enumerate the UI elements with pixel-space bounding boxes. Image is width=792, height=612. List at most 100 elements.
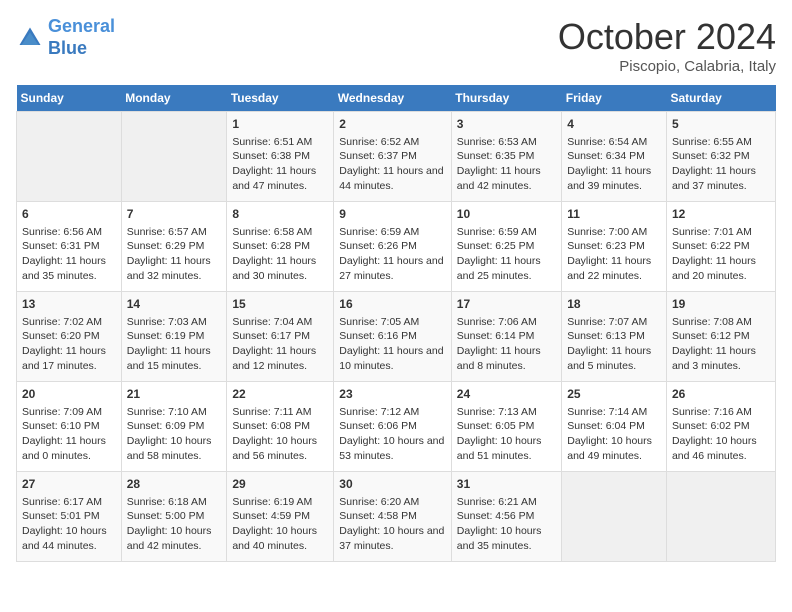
- day-number: 21: [127, 386, 222, 403]
- day-number: 1: [232, 116, 328, 133]
- calendar-cell: 10Sunrise: 6:59 AMSunset: 6:25 PMDayligh…: [451, 202, 561, 292]
- day-number: 8: [232, 206, 328, 223]
- day-content: Sunrise: 6:19 AMSunset: 4:59 PMDaylight:…: [232, 495, 328, 554]
- day-content: Sunrise: 6:52 AMSunset: 6:37 PMDaylight:…: [339, 135, 446, 194]
- day-number: 24: [457, 386, 556, 403]
- day-content: Sunrise: 6:59 AMSunset: 6:26 PMDaylight:…: [339, 225, 446, 284]
- calendar-cell: 2 Sunrise: 6:52 AMSunset: 6:37 PMDaylight…: [334, 112, 452, 202]
- day-content: Sunrise: 7:13 AMSunset: 6:05 PMDaylight:…: [457, 405, 556, 464]
- calendar-cell: 22 Sunrise: 7:11 AMSunset: 6:08 PMDayligh…: [227, 382, 334, 472]
- calendar-cell: [562, 472, 667, 562]
- day-number: 22: [232, 386, 328, 403]
- calendar-cell: 7Sunrise: 6:57 AMSunset: 6:29 PMDaylight…: [121, 202, 227, 292]
- day-content: Sunrise: 6:55 AMSunset: 6:32 PMDaylight:…: [672, 135, 770, 194]
- day-number: 3: [457, 116, 556, 133]
- day-number: 23: [339, 386, 446, 403]
- day-number: 16: [339, 296, 446, 313]
- calendar-cell: 14Sunrise: 7:03 AMSunset: 6:19 PMDayligh…: [121, 292, 227, 382]
- day-content: Sunrise: 7:09 AMSunset: 6:10 PMDaylight:…: [22, 405, 116, 464]
- page-header: General Blue October 2024 Piscopio, Cala…: [16, 16, 776, 75]
- calendar-cell: 4 Sunrise: 6:54 AMSunset: 6:34 PMDaylight…: [562, 112, 667, 202]
- location: Piscopio, Calabria, Italy: [558, 58, 776, 75]
- day-content: Sunrise: 7:08 AMSunset: 6:12 PMDaylight:…: [672, 315, 770, 374]
- day-content: Sunrise: 6:53 AMSunset: 6:35 PMDaylight:…: [457, 135, 556, 194]
- calendar-cell: 5 Sunrise: 6:55 AMSunset: 6:32 PMDaylight…: [666, 112, 775, 202]
- day-number: 30: [339, 476, 446, 493]
- day-number: 29: [232, 476, 328, 493]
- calendar-cell: [17, 112, 122, 202]
- day-content: Sunrise: 6:18 AMSunset: 5:00 PMDaylight:…: [127, 495, 222, 554]
- day-content: Sunrise: 7:04 AMSunset: 6:17 PMDaylight:…: [232, 315, 328, 374]
- weekday-header: Tuesday: [227, 85, 334, 112]
- weekday-header: Sunday: [17, 85, 122, 112]
- calendar-cell: 9Sunrise: 6:59 AMSunset: 6:26 PMDaylight…: [334, 202, 452, 292]
- day-number: 2: [339, 116, 446, 133]
- calendar-week-row: 6Sunrise: 6:56 AMSunset: 6:31 PMDaylight…: [17, 202, 776, 292]
- calendar-cell: 8 Sunrise: 6:58 AMSunset: 6:28 PMDaylight…: [227, 202, 334, 292]
- day-content: Sunrise: 7:14 AMSunset: 6:04 PMDaylight:…: [567, 405, 661, 464]
- weekday-header: Monday: [121, 85, 227, 112]
- day-content: Sunrise: 7:01 AMSunset: 6:22 PMDaylight:…: [672, 225, 770, 284]
- day-content: Sunrise: 7:07 AMSunset: 6:13 PMDaylight:…: [567, 315, 661, 374]
- calendar-cell: 29 Sunrise: 6:19 AMSunset: 4:59 PMDayligh…: [227, 472, 334, 562]
- day-content: Sunrise: 6:20 AMSunset: 4:58 PMDaylight:…: [339, 495, 446, 554]
- calendar-cell: 16 Sunrise: 7:05 AMSunset: 6:16 PMDayligh…: [334, 292, 452, 382]
- calendar-cell: 20 Sunrise: 7:09 AMSunset: 6:10 PMDayligh…: [17, 382, 122, 472]
- day-content: Sunrise: 6:58 AMSunset: 6:28 PMDaylight:…: [232, 225, 328, 284]
- day-number: 26: [672, 386, 770, 403]
- day-number: 27: [22, 476, 116, 493]
- month-title: October 2024: [558, 16, 776, 58]
- day-number: 31: [457, 476, 556, 493]
- calendar-cell: 6Sunrise: 6:56 AMSunset: 6:31 PMDaylight…: [17, 202, 122, 292]
- day-number: 14: [127, 296, 222, 313]
- day-content: Sunrise: 7:05 AMSunset: 6:16 PMDaylight:…: [339, 315, 446, 374]
- calendar-cell: 1 Sunrise: 6:51 AMSunset: 6:38 PMDaylight…: [227, 112, 334, 202]
- calendar-cell: 21 Sunrise: 7:10 AMSunset: 6:09 PMDayligh…: [121, 382, 227, 472]
- calendar-cell: 15 Sunrise: 7:04 AMSunset: 6:17 PMDayligh…: [227, 292, 334, 382]
- calendar-cell: 12 Sunrise: 7:01 AMSunset: 6:22 PMDayligh…: [666, 202, 775, 292]
- weekday-header-row: SundayMondayTuesdayWednesdayThursdayFrid…: [17, 85, 776, 112]
- day-number: 10: [457, 206, 556, 223]
- calendar-cell: 17 Sunrise: 7:06 AMSunset: 6:14 PMDayligh…: [451, 292, 561, 382]
- calendar-cell: 3 Sunrise: 6:53 AMSunset: 6:35 PMDaylight…: [451, 112, 561, 202]
- weekday-header: Wednesday: [334, 85, 452, 112]
- day-number: 19: [672, 296, 770, 313]
- day-content: Sunrise: 7:00 AMSunset: 6:23 PMDaylight:…: [567, 225, 661, 284]
- calendar-cell: 27 Sunrise: 6:17 AMSunset: 5:01 PMDayligh…: [17, 472, 122, 562]
- logo-icon: [16, 24, 44, 52]
- day-content: Sunrise: 7:16 AMSunset: 6:02 PMDaylight:…: [672, 405, 770, 464]
- weekday-header: Saturday: [666, 85, 775, 112]
- day-content: Sunrise: 7:06 AMSunset: 6:14 PMDaylight:…: [457, 315, 556, 374]
- calendar-cell: 23 Sunrise: 7:12 AMSunset: 6:06 PMDayligh…: [334, 382, 452, 472]
- calendar-cell: 19 Sunrise: 7:08 AMSunset: 6:12 PMDayligh…: [666, 292, 775, 382]
- title-block: October 2024 Piscopio, Calabria, Italy: [558, 16, 776, 75]
- calendar-cell: [121, 112, 227, 202]
- day-number: 11: [567, 206, 661, 223]
- logo: General Blue: [16, 16, 115, 59]
- day-content: Sunrise: 7:10 AMSunset: 6:09 PMDaylight:…: [127, 405, 222, 464]
- day-content: Sunrise: 7:12 AMSunset: 6:06 PMDaylight:…: [339, 405, 446, 464]
- day-number: 7: [127, 206, 222, 223]
- calendar-cell: 28 Sunrise: 6:18 AMSunset: 5:00 PMDayligh…: [121, 472, 227, 562]
- day-number: 13: [22, 296, 116, 313]
- calendar-table: SundayMondayTuesdayWednesdayThursdayFrid…: [16, 85, 776, 562]
- day-content: Sunrise: 6:21 AMSunset: 4:56 PMDaylight:…: [457, 495, 556, 554]
- day-content: Sunrise: 6:51 AMSunset: 6:38 PMDaylight:…: [232, 135, 328, 194]
- day-content: Sunrise: 6:17 AMSunset: 5:01 PMDaylight:…: [22, 495, 116, 554]
- day-number: 12: [672, 206, 770, 223]
- day-number: 5: [672, 116, 770, 133]
- day-content: Sunrise: 7:11 AMSunset: 6:08 PMDaylight:…: [232, 405, 328, 464]
- day-content: Sunrise: 6:54 AMSunset: 6:34 PMDaylight:…: [567, 135, 661, 194]
- weekday-header: Friday: [562, 85, 667, 112]
- calendar-cell: 18 Sunrise: 7:07 AMSunset: 6:13 PMDayligh…: [562, 292, 667, 382]
- day-number: 28: [127, 476, 222, 493]
- day-number: 17: [457, 296, 556, 313]
- day-number: 4: [567, 116, 661, 133]
- day-number: 18: [567, 296, 661, 313]
- calendar-cell: 24 Sunrise: 7:13 AMSunset: 6:05 PMDayligh…: [451, 382, 561, 472]
- calendar-week-row: 1 Sunrise: 6:51 AMSunset: 6:38 PMDaylight…: [17, 112, 776, 202]
- calendar-cell: 30 Sunrise: 6:20 AMSunset: 4:58 PMDayligh…: [334, 472, 452, 562]
- day-number: 15: [232, 296, 328, 313]
- calendar-week-row: 20 Sunrise: 7:09 AMSunset: 6:10 PMDayligh…: [17, 382, 776, 472]
- day-number: 20: [22, 386, 116, 403]
